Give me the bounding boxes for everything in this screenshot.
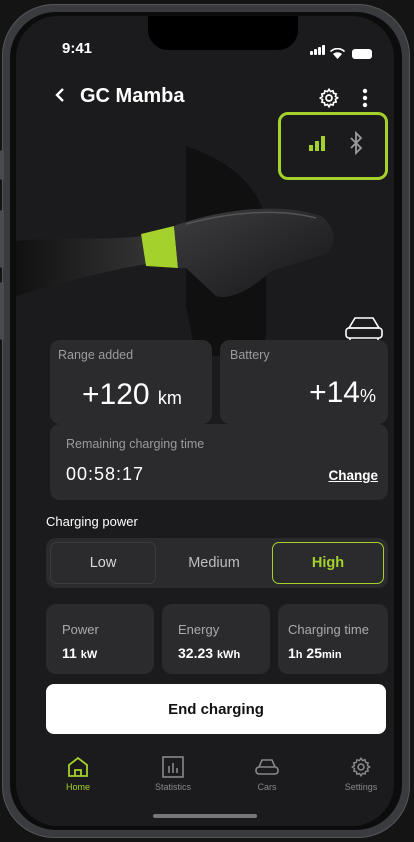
bluetooth-icon[interactable]	[349, 131, 363, 155]
remaining-time-card: Remaining charging time 00:58:17 Change	[50, 424, 388, 500]
status-icons	[310, 42, 372, 59]
volume-down-button	[0, 282, 4, 340]
tab-bar: Home Statistics Cars Settings	[16, 748, 394, 826]
power-unit: kW	[80, 649, 98, 661]
connectivity-highlight	[278, 112, 388, 180]
battery-card: Battery +14%	[220, 340, 388, 424]
charging-power-selector: Low Medium High	[46, 538, 388, 588]
energy-stat-label: Energy	[178, 622, 220, 637]
range-value: +120 km	[82, 378, 182, 412]
gear-icon	[350, 756, 371, 778]
mute-switch	[0, 150, 4, 180]
tab-statistics-label: Statistics	[154, 782, 191, 792]
remaining-time-value: 00:58:17	[66, 464, 145, 484]
battery-label: Battery	[230, 348, 270, 362]
energy-stat-value: 32.23 kWh	[178, 645, 240, 661]
energy-number: 32.23	[178, 645, 214, 661]
power-option-high[interactable]: High	[272, 542, 384, 584]
tab-cars-label: Cars	[257, 782, 277, 792]
minutes-unit: min	[322, 649, 342, 661]
battery-icon	[352, 49, 372, 59]
end-charging-button[interactable]: End charging	[46, 684, 386, 734]
volume-up-button	[0, 210, 4, 268]
tab-settings[interactable]: Settings	[326, 756, 394, 792]
remaining-label: Remaining charging time	[66, 437, 205, 451]
range-number: +120	[82, 378, 150, 411]
energy-unit: kWh	[216, 649, 241, 661]
app-header: GC Mamba	[16, 84, 394, 112]
tab-home[interactable]: Home	[43, 756, 113, 792]
app-screen: 9:41 GC Mamba Range added +120 km Batter…	[16, 16, 394, 826]
home-icon	[68, 756, 88, 777]
chart-icon	[162, 756, 184, 778]
range-label: Range added	[58, 348, 134, 362]
tab-cars[interactable]: Cars	[232, 756, 302, 792]
range-added-card: Range added +120 km	[50, 340, 212, 424]
status-bar: 9:41	[16, 40, 394, 60]
battery-number: +14	[309, 376, 360, 409]
status-time: 9:41	[62, 40, 93, 57]
range-unit: km	[157, 388, 182, 408]
energy-stat-card: Energy 32.23 kWh	[162, 604, 270, 674]
hours-number: 1	[288, 645, 296, 661]
power-option-low[interactable]: Low	[50, 542, 156, 584]
car-outline-icon	[345, 317, 383, 342]
battery-unit: %	[359, 386, 376, 406]
power-stat-value: 11 kW	[62, 645, 97, 661]
charging-time-stat-value: 1h 25min	[288, 645, 342, 661]
power-stat-label: Power	[62, 622, 99, 637]
tab-home-label: Home	[65, 782, 90, 792]
power-option-medium[interactable]: Medium	[162, 542, 266, 584]
power-stat-card: Power 11 kW	[46, 604, 154, 674]
power-number: 11	[62, 645, 77, 661]
home-indicator[interactable]	[153, 814, 257, 818]
cell-signal-icon	[310, 42, 326, 59]
charging-power-label: Charging power	[46, 514, 138, 529]
charging-time-stat-card: Charging time 1h 25min	[278, 604, 388, 674]
chevron-left-icon[interactable]	[53, 84, 67, 106]
gear-icon[interactable]	[318, 87, 340, 109]
minutes-number: 25	[306, 645, 322, 661]
wifi-icon	[330, 48, 345, 59]
car-icon	[255, 759, 279, 775]
more-vertical-icon[interactable]	[362, 87, 368, 109]
tab-statistics[interactable]: Statistics	[138, 756, 208, 792]
change-link[interactable]: Change	[328, 468, 378, 483]
tab-settings-label: Settings	[344, 782, 378, 792]
battery-value: +14%	[309, 376, 376, 410]
page-title: GC Mamba	[80, 85, 185, 107]
charging-time-stat-label: Charging time	[288, 622, 369, 637]
signal-bars-icon	[309, 136, 325, 151]
hours-unit: h	[295, 649, 303, 661]
